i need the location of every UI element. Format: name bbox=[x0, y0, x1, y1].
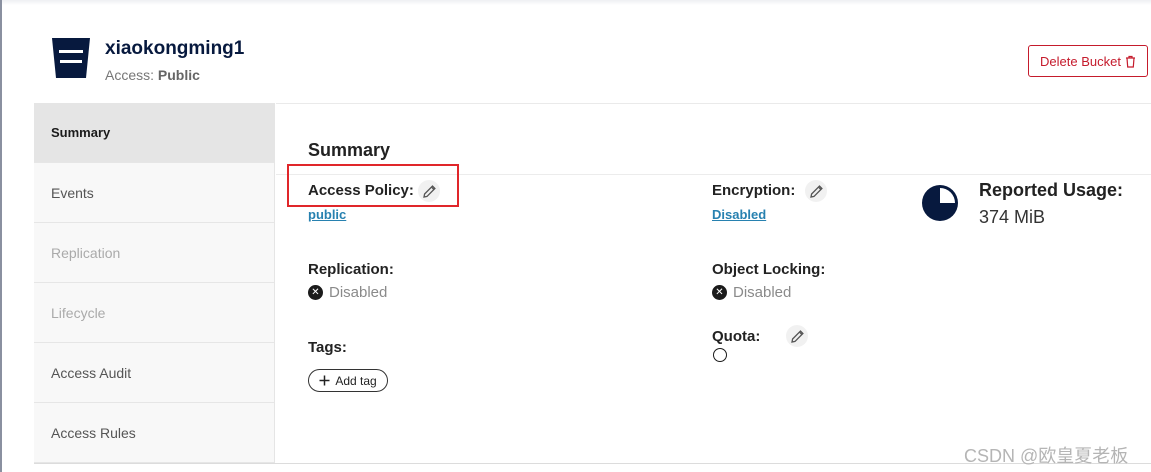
pencil-icon bbox=[790, 329, 804, 343]
sidebar-item-label: Lifecycle bbox=[51, 304, 106, 321]
section-title: Summary bbox=[308, 140, 391, 160]
sidebar-item-summary[interactable]: Summary bbox=[34, 103, 274, 163]
object-locking-value: Disabled bbox=[733, 284, 792, 301]
replication-value: Disabled bbox=[329, 284, 388, 301]
object-locking-label: Object Locking: bbox=[712, 261, 826, 278]
reported-usage-label: Reported Usage: bbox=[979, 180, 1124, 200]
object-locking-status: ✕ Disabled bbox=[712, 284, 791, 301]
sidebar-item-events[interactable]: Events bbox=[34, 163, 274, 223]
encryption-link[interactable]: Disabled bbox=[712, 207, 766, 222]
sidebar-item-lifecycle[interactable]: Lifecycle bbox=[34, 283, 274, 343]
delete-bucket-button[interactable]: Delete Bucket bbox=[1028, 45, 1148, 77]
sidebar-item-access-audit[interactable]: Access Audit bbox=[34, 343, 274, 403]
access-label: Access: bbox=[105, 67, 155, 83]
x-circle-icon: ✕ bbox=[712, 285, 727, 300]
bucket-name: xiaokongming1 bbox=[105, 38, 245, 59]
tags-label: Tags: bbox=[308, 339, 347, 356]
encryption-label: Encryption: bbox=[712, 182, 796, 199]
edit-encryption-button[interactable] bbox=[805, 180, 827, 202]
watermark: CSDN @欧皇夏老板 bbox=[964, 446, 1129, 466]
bucket-access: Access: Public bbox=[105, 67, 200, 83]
access-policy-link[interactable]: public bbox=[308, 207, 346, 222]
header-divider bbox=[276, 103, 1151, 104]
sidebar-item-label: Access Rules bbox=[51, 424, 136, 441]
bucket-icon bbox=[52, 38, 90, 78]
sidebar-item-label: Summary bbox=[51, 125, 111, 140]
replication-status: ✕ Disabled bbox=[308, 284, 387, 301]
window-left-edge bbox=[0, 0, 2, 472]
bucket-sidebar: Summary Events Replication Lifecycle Acc… bbox=[34, 103, 275, 464]
pencil-icon bbox=[422, 184, 436, 198]
access-value: Public bbox=[157, 67, 200, 83]
edit-quota-button[interactable] bbox=[786, 325, 808, 347]
quota-label: Quota: bbox=[712, 328, 761, 345]
edit-access-policy-button[interactable] bbox=[418, 180, 440, 202]
sidebar-item-replication[interactable]: Replication bbox=[34, 223, 274, 283]
plus-icon bbox=[319, 375, 330, 386]
add-tag-label: Add tag bbox=[335, 373, 377, 388]
sidebar-item-label: Access Audit bbox=[51, 364, 132, 381]
replication-label: Replication: bbox=[308, 261, 394, 278]
top-shadow bbox=[2, 0, 1151, 5]
x-circle-icon: ✕ bbox=[308, 285, 323, 300]
reported-usage-value: 374 MiB bbox=[979, 207, 1046, 227]
sidebar-item-access-rules[interactable]: Access Rules bbox=[34, 403, 274, 463]
add-tag-button[interactable]: Add tag bbox=[308, 369, 388, 392]
pie-chart-icon bbox=[922, 185, 958, 221]
sidebar-item-label: Events bbox=[51, 184, 94, 201]
delete-bucket-label: Delete Bucket bbox=[1040, 53, 1121, 69]
pencil-icon bbox=[809, 184, 823, 198]
trash-icon bbox=[1125, 55, 1135, 68]
sidebar-item-label: Replication bbox=[51, 244, 121, 261]
access-policy-label: Access Policy: bbox=[308, 182, 414, 199]
circle-icon bbox=[713, 348, 727, 362]
